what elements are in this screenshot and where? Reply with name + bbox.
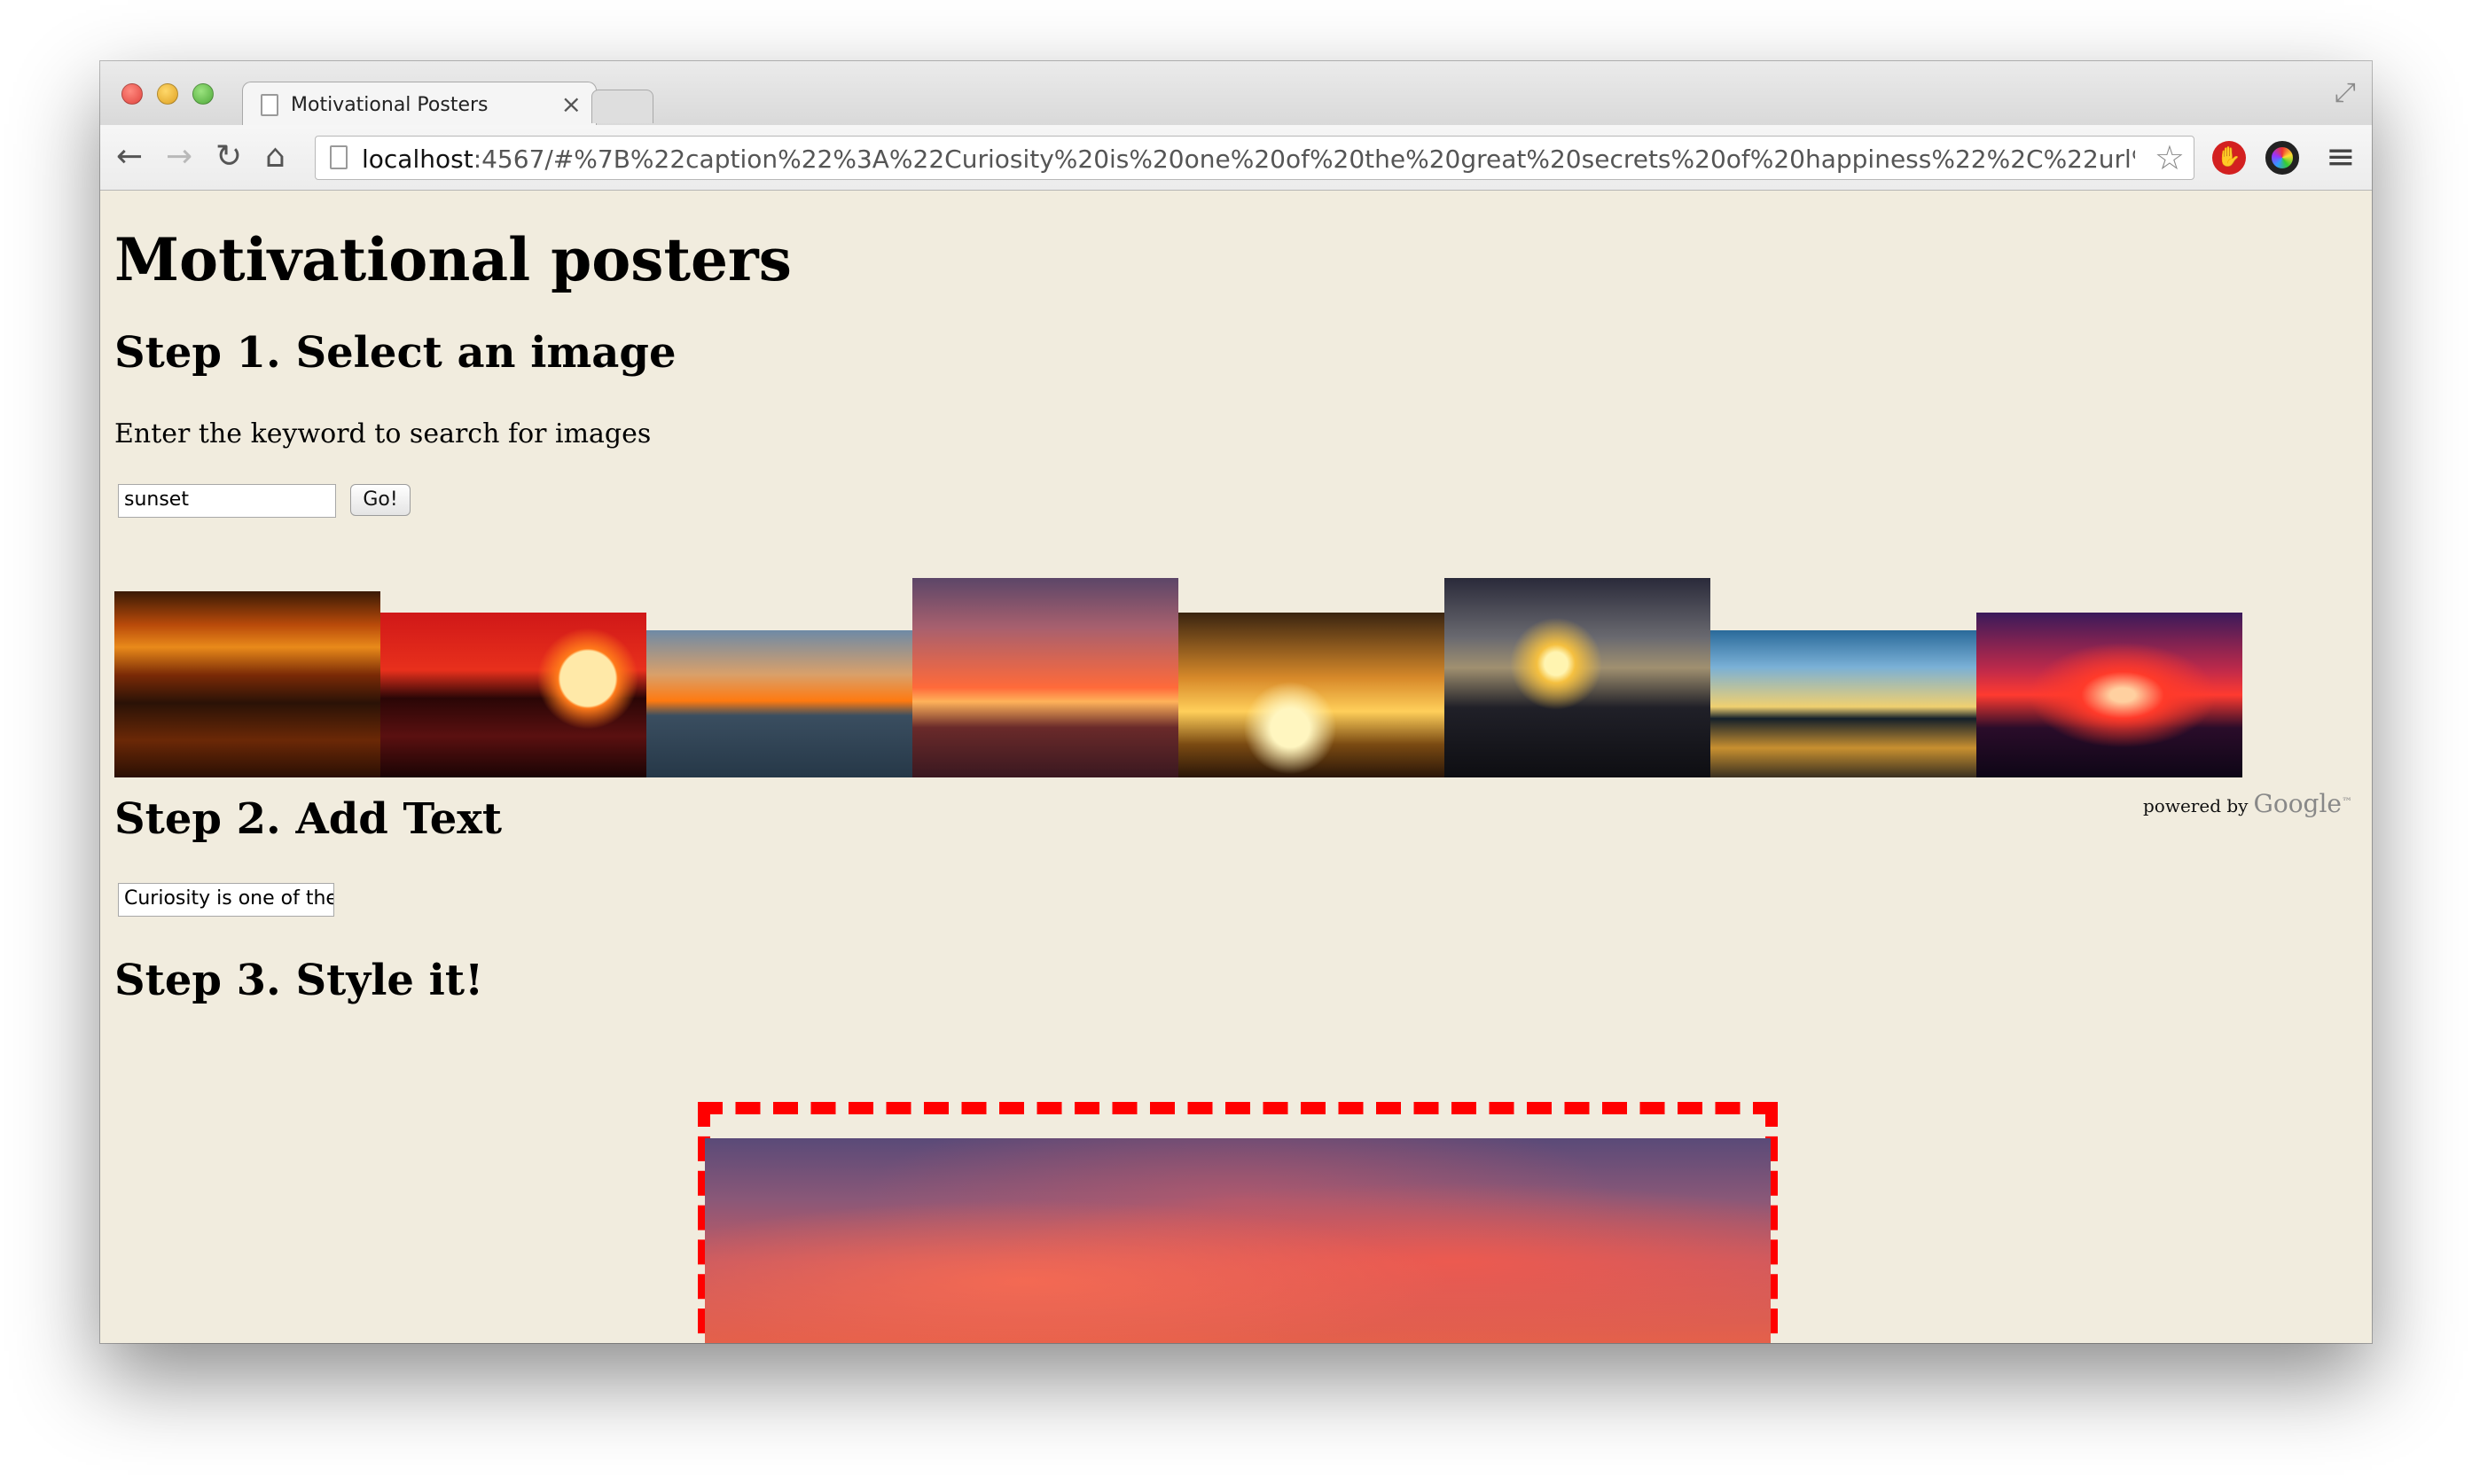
step2-heading: Step 2. Add Text — [114, 794, 503, 844]
zoom-window-button[interactable] — [192, 83, 214, 105]
page-title: Motivational posters — [114, 225, 792, 294]
search-instruction: Enter the keyword to search for images — [114, 418, 652, 449]
browser-toolbar: ← → ↻ ⌂ localhost:4567/#%7B%22caption%22… — [100, 125, 2372, 191]
title-bar: Motivational Posters × ⤢ — [100, 61, 2372, 127]
image-thumbnail[interactable] — [1444, 578, 1710, 777]
image-thumbnail[interactable] — [646, 630, 912, 777]
browser-window: Motivational Posters × ⤢ ← → ↻ ⌂ localho… — [100, 61, 2372, 1343]
home-icon[interactable]: ⌂ — [265, 137, 286, 176]
go-button[interactable]: Go! — [350, 484, 411, 516]
back-icon[interactable]: ← — [116, 137, 143, 176]
image-thumbnail[interactable] — [1976, 613, 2242, 777]
trademark: ™ — [2342, 795, 2352, 808]
page-icon — [330, 145, 348, 169]
google-logo[interactable]: Google — [2253, 789, 2342, 818]
adblock-extension-icon[interactable]: ✋ — [2212, 141, 2246, 175]
star-icon[interactable]: ☆ — [2155, 138, 2185, 177]
step1-heading: Step 1. Select an image — [114, 328, 677, 378]
step3-heading: Step 3. Style it! — [114, 956, 484, 1005]
reload-icon[interactable]: ↻ — [215, 137, 242, 176]
fullscreen-icon[interactable]: ⤢ — [2335, 77, 2356, 108]
menu-icon[interactable]: ≡ — [2326, 139, 2356, 175]
image-thumbnail[interactable] — [1178, 613, 1444, 777]
image-thumbnail[interactable] — [380, 613, 646, 777]
poster-image — [705, 1138, 1771, 1343]
tab-title: Motivational Posters — [291, 94, 489, 116]
address-bar[interactable]: localhost:4567/#%7B%22caption%22%3A%22Cu… — [315, 136, 2194, 180]
image-thumbnail[interactable] — [114, 591, 380, 777]
tab-close-icon[interactable]: × — [561, 90, 582, 119]
close-window-button[interactable] — [121, 83, 143, 105]
page-icon — [261, 94, 278, 116]
image-thumbnail[interactable] — [912, 578, 1178, 777]
url-path: :4567/#%7B%22caption%22%3A%22Curiosity%2… — [473, 144, 2135, 174]
forward-icon[interactable]: → — [166, 137, 192, 176]
new-tab-button[interactable] — [591, 90, 653, 123]
url-text[interactable]: localhost:4567/#%7B%22caption%22%3A%22Cu… — [362, 144, 2135, 174]
image-thumbnail[interactable] — [1710, 630, 1976, 777]
keyword-input[interactable]: sunset — [118, 484, 336, 518]
powered-by-google: powered by Google™ — [2143, 789, 2352, 818]
color-extension-icon[interactable] — [2265, 141, 2299, 175]
tab-motivational-posters[interactable]: Motivational Posters × — [242, 82, 597, 127]
page-content: Motivational posters Step 1. Select an i… — [100, 191, 2372, 1343]
url-host: localhost — [362, 144, 473, 174]
powered-by-text: powered by — [2143, 795, 2249, 816]
caption-input[interactable]: Curiosity is one of the — [118, 883, 334, 917]
minimize-window-button[interactable] — [157, 83, 178, 105]
